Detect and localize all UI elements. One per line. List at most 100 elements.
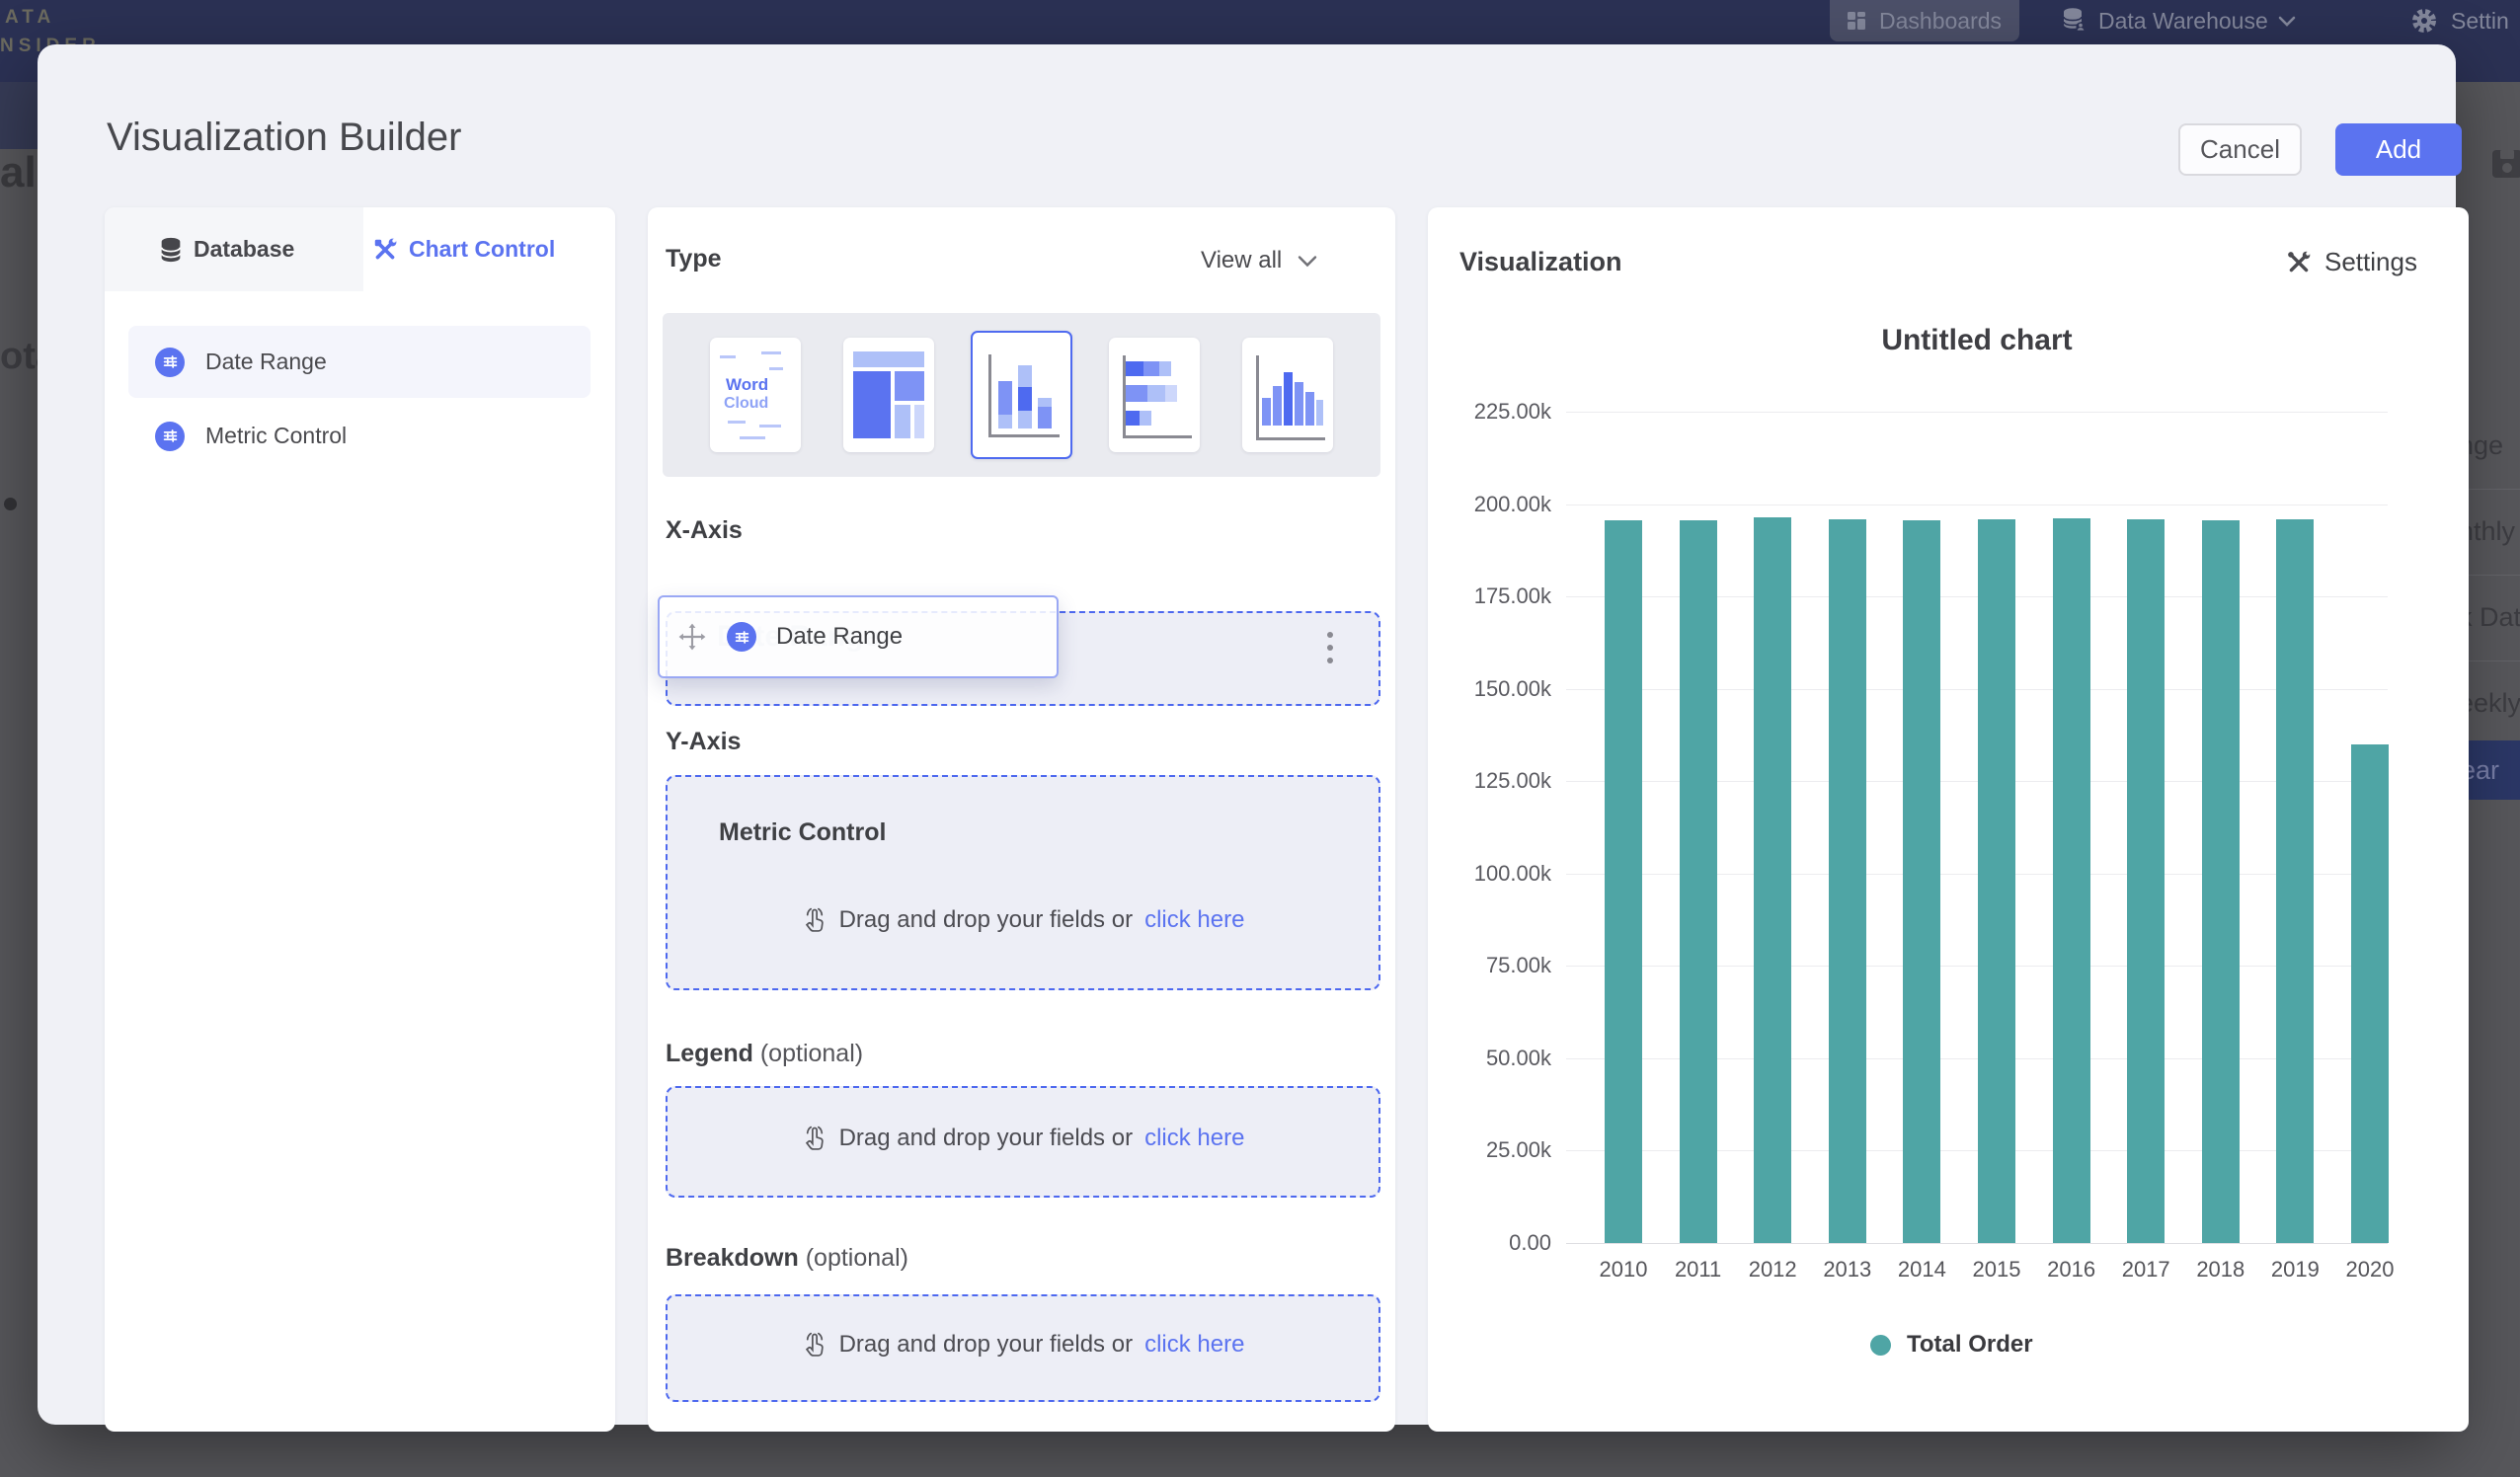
nav-item-data-warehouse[interactable]: Data Warehouse	[2059, 0, 2296, 41]
glyph-bar	[1140, 411, 1151, 426]
tab-database-label: Database	[194, 236, 294, 263]
gridline	[1566, 412, 2388, 413]
date-range-drag-chip[interactable]: Date Range	[658, 595, 1059, 678]
x-tick-label: 2013	[1810, 1257, 1885, 1283]
background-text-fragment: ota	[0, 336, 39, 378]
dashboards-icon	[1846, 9, 1869, 33]
wordcloud-speck	[769, 367, 783, 370]
y-tick-label: 75.00k	[1428, 953, 1551, 978]
x-tick-label: 2015	[1959, 1257, 2034, 1283]
tools-icon	[371, 236, 399, 264]
tab-chart-control[interactable]: Chart Control	[363, 207, 615, 291]
sliders-icon	[727, 622, 756, 652]
click-here-link[interactable]: click here	[1144, 906, 1244, 934]
field-item-metric-control[interactable]: Metric Control	[128, 400, 591, 472]
legend-dropzone[interactable]: Drag and drop your fields or click here	[666, 1086, 1380, 1198]
save-disk-icon	[2490, 148, 2520, 180]
wordcloud-word: Cloud	[724, 395, 768, 413]
nav-item-dashboards[interactable]: Dashboards	[1830, 0, 2019, 41]
x-tick-label: 2012	[1735, 1257, 1810, 1283]
breakdown-optional-text: (optional)	[806, 1244, 908, 1272]
chart-type-strip: Word Cloud	[663, 313, 1380, 477]
glyph-bar	[1038, 407, 1052, 428]
chart-type-column-selected[interactable]	[971, 331, 1072, 459]
chart-type-treemap[interactable]	[843, 338, 934, 452]
bar-2017	[2127, 519, 2165, 1243]
wordcloud-speck	[728, 421, 746, 424]
x-tick-label: 2014	[1884, 1257, 1959, 1283]
bar-2019	[2276, 519, 2314, 1243]
nav-item-settings[interactable]: Settin	[2409, 0, 2509, 41]
settings-label: Settings	[2324, 247, 2417, 277]
view-all-dropdown[interactable]: View all	[1201, 247, 1317, 274]
wordcloud-speck	[740, 436, 765, 439]
drop-hint-text: Drag and drop your fields or	[839, 1331, 1134, 1359]
y-tick-label: 25.00k	[1428, 1137, 1551, 1163]
drop-hint-row: Drag and drop your fields or click here	[668, 1124, 1378, 1153]
database-icon	[158, 236, 184, 264]
glyph-bar	[998, 415, 1012, 428]
glyph-bar	[1165, 385, 1177, 402]
type-section-label: Type	[666, 245, 722, 273]
breakdown-label-text: Breakdown	[666, 1244, 799, 1272]
glyph-bar	[1126, 361, 1143, 376]
legend-optional-text: (optional)	[760, 1040, 863, 1067]
x-tick-label: 2010	[1586, 1257, 1661, 1283]
legend-label-text: Legend	[666, 1040, 753, 1067]
tab-database[interactable]: Database	[105, 207, 363, 291]
visualization-header: Visualization	[1459, 247, 1622, 277]
glyph-bar	[1126, 411, 1140, 426]
chart-type-wordcloud[interactable]: Word Cloud	[710, 338, 801, 452]
glyph-bar	[1159, 361, 1171, 376]
x-tick-label: 2020	[2332, 1257, 2407, 1283]
nav-settings-label: Settin	[2451, 8, 2509, 35]
modal-title: Visualization Builder	[107, 116, 461, 160]
click-here-link[interactable]: click here	[1144, 1125, 1244, 1152]
glyph-axis	[988, 354, 991, 437]
wordcloud-speck	[759, 425, 781, 428]
nav-dashboards-label: Dashboards	[1879, 8, 2002, 35]
wordcloud-speck	[720, 355, 736, 358]
chart-type-histogram[interactable]	[1242, 338, 1333, 452]
x-tick-label: 2018	[2183, 1257, 2258, 1283]
visualization-panel: Visualization Settings Untitled chart 0.…	[1428, 207, 2469, 1432]
glyph-axis	[1256, 437, 1325, 440]
settings-button[interactable]: Settings	[2285, 247, 2417, 277]
x-tick-label: 2011	[1661, 1257, 1736, 1283]
settings-tools-icon	[2285, 249, 2313, 276]
legend-series-label: Total Order	[1907, 1331, 2033, 1359]
sliders-icon	[155, 348, 185, 377]
breakdown-dropzone[interactable]: Drag and drop your fields or click here	[666, 1294, 1380, 1402]
treemap-block	[895, 371, 924, 401]
logo-block	[0, 82, 39, 149]
move-icon	[677, 622, 707, 652]
x-tick-label: 2017	[2108, 1257, 2183, 1283]
add-button[interactable]: Add	[2335, 123, 2462, 176]
bar-2015	[1978, 519, 2015, 1243]
chart-type-horizontal-bar[interactable]	[1109, 338, 1200, 452]
wordcloud-speck	[761, 351, 781, 354]
y-axis-placeholder-title: Metric Control	[719, 818, 886, 847]
glyph-axis	[1256, 355, 1259, 440]
wordcloud-word: Word	[726, 375, 768, 395]
chart-builder-panel: Type View all Word Cloud	[648, 207, 1395, 1432]
bar-2012	[1754, 517, 1791, 1243]
glyph-axis	[988, 434, 1060, 437]
legend-section-label: Legend (optional)	[666, 1040, 863, 1068]
cancel-button[interactable]: Cancel	[2178, 123, 2302, 176]
click-here-link[interactable]: click here	[1144, 1331, 1244, 1359]
field-label: Date Range	[205, 349, 327, 375]
drag-chip-label: Date Range	[776, 623, 903, 651]
bar-2014	[1903, 520, 1940, 1243]
chart-legend[interactable]: Total Order	[1870, 1331, 2033, 1359]
bar-2020	[2351, 744, 2389, 1243]
glyph-bar	[1262, 398, 1271, 426]
legend-dot	[1870, 1335, 1891, 1356]
app-logo: ATA	[5, 7, 55, 29]
y-axis-dropzone[interactable]: Metric Control Drag and drop your fields…	[666, 775, 1380, 990]
click-hand-icon	[802, 1330, 827, 1360]
kebab-menu-icon[interactable]	[1327, 632, 1335, 670]
field-item-date-range[interactable]: Date Range	[128, 326, 591, 398]
view-all-label: View all	[1201, 247, 1282, 274]
drop-hint-row: Drag and drop your fields or click here	[668, 1330, 1378, 1360]
